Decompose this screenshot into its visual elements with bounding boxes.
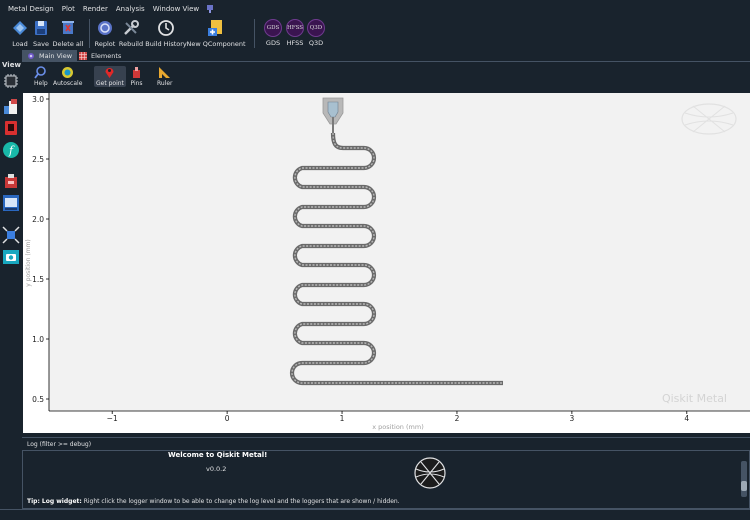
- log-tip: Tip: Log widget: Right click the logger …: [27, 498, 400, 505]
- pins-label: Pins: [130, 80, 143, 87]
- save-label: Save: [33, 40, 49, 48]
- help-button[interactable]: Help: [34, 66, 48, 87]
- x-tick-label: 1: [340, 414, 345, 423]
- x-tick-label: 2: [455, 414, 460, 423]
- view-dock-title: View: [2, 61, 21, 69]
- autoscale-label: Autoscale: [53, 80, 83, 87]
- pin-icon[interactable]: [206, 4, 214, 13]
- new-qcomponent-button[interactable]: New QComponent: [186, 18, 246, 48]
- rebuild-icon: [124, 20, 139, 35]
- ruler-button[interactable]: Ruler: [157, 66, 173, 87]
- log-widget[interactable]: Welcome to Qiskit Metal! v0.0.2 Tip: Log…: [22, 450, 750, 509]
- history-icon: [158, 20, 174, 36]
- tab-main-view[interactable]: Main View: [22, 50, 78, 62]
- plot-toolbar: Help Autoscale Get point Pins Ruler: [22, 63, 750, 93]
- help-icon: [34, 66, 47, 79]
- autoscale-icon: [62, 67, 74, 78]
- function-variables-icon[interactable]: f: [2, 141, 20, 159]
- watermark-text: Qiskit Metal: [662, 392, 727, 405]
- tab-main-view-label: Main View: [39, 52, 73, 60]
- y-tick-label: 2.0: [32, 215, 44, 224]
- autoscale-button[interactable]: Autoscale: [53, 66, 82, 87]
- x-tick-label: 3: [569, 414, 574, 423]
- plot-tab-bar: Main View Elements: [22, 50, 750, 62]
- y-ticks: 0.5 1.0 1.5 2.0 2.5 3.0: [32, 95, 49, 404]
- tab-elements-label: Elements: [91, 52, 122, 60]
- main-view-icon: [28, 53, 34, 59]
- main-toolbar: Load Save Delete all Replot Rebuild Buil…: [0, 17, 750, 50]
- q3d-icon: Q3D: [307, 19, 325, 37]
- q3d-label: Q3D: [308, 39, 324, 47]
- x-tick-label: −1: [107, 414, 118, 423]
- pins-icon: [133, 67, 140, 78]
- pins-button[interactable]: Pins: [130, 66, 143, 87]
- q3d-button[interactable]: Q3D Q3D: [296, 18, 336, 47]
- new-qcomponent-label: New QComponent: [186, 40, 246, 48]
- log-scrollbar-handle[interactable]: [741, 481, 747, 491]
- x-tick-label: 0: [225, 414, 230, 423]
- get-point-button[interactable]: Get point: [94, 66, 126, 87]
- logger-view-icon[interactable]: [2, 172, 20, 190]
- qcomponent-library-icon[interactable]: [2, 119, 20, 137]
- log-tip-title: Tip: Log widget:: [27, 498, 82, 505]
- map-pin-icon: [105, 68, 114, 78]
- axes-background: [49, 93, 750, 411]
- x-tick-label: 4: [684, 414, 689, 423]
- view-dock: View f: [0, 61, 22, 509]
- ruler-icon: [159, 67, 171, 78]
- log-version-text: v0.0.2: [206, 465, 227, 473]
- delete-all-icon: [62, 21, 74, 34]
- connectors-view-icon[interactable]: [2, 226, 20, 244]
- new-qcomponent-icon: [208, 20, 222, 36]
- menu-render[interactable]: Render: [79, 5, 112, 13]
- ruler-label: Ruler: [157, 80, 173, 87]
- chip-view-icon[interactable]: [2, 72, 20, 90]
- help-label: Help: [34, 80, 48, 87]
- qiskit-logo-icon: [414, 457, 446, 489]
- menu-analysis[interactable]: Analysis: [112, 5, 149, 13]
- y-tick-label: 1.0: [32, 335, 44, 344]
- elements-icon: [79, 52, 87, 60]
- menu-window-view[interactable]: Window View: [149, 5, 203, 13]
- plot-figure[interactable]: Qiskit Metal −1 0 1 2 3 4 0.51.01.52.02.53.0 …: [23, 93, 750, 433]
- y-tick-label: 0.5: [32, 395, 44, 404]
- log-dock-title: Log (filter >= debug): [22, 437, 750, 450]
- x-ticks: −1 0 1 2 3 4: [107, 411, 689, 423]
- log-scrollbar[interactable]: [741, 461, 747, 497]
- status-bar: [0, 509, 750, 520]
- y-tick-label: 1.5: [32, 275, 44, 284]
- net-list-view-icon[interactable]: [2, 194, 20, 212]
- menu-bar: Metal Design Plot Render Analysis Window…: [0, 0, 750, 17]
- menu-plot[interactable]: Plot: [58, 5, 79, 13]
- tab-elements[interactable]: Elements: [74, 50, 126, 62]
- plot-canvas[interactable]: Qiskit Metal −1 0 1 2 3 4 0.5 1.0 1.5 2.0 2.5 3.0 …: [23, 93, 750, 433]
- build-history-button[interactable]: Build History: [145, 18, 187, 48]
- x-axis-label: x position (mm): [372, 423, 423, 431]
- components-view-icon[interactable]: [2, 98, 20, 116]
- build-history-label: Build History: [145, 40, 187, 48]
- delete-all-label: Delete all: [52, 40, 84, 48]
- delete-all-button[interactable]: Delete all: [48, 18, 88, 48]
- menu-metal-design[interactable]: Metal Design: [4, 5, 58, 13]
- y-axis-label: y position (mm): [25, 239, 32, 287]
- rebuild-label: Rebuild: [118, 40, 144, 48]
- log-welcome-text: Welcome to Qiskit Metal!: [168, 451, 268, 459]
- qiskit-metal-window: Metal Design Plot Render Analysis Window…: [0, 0, 750, 520]
- log-tip-text: Right click the logger window to be able…: [81, 498, 400, 505]
- y-tick-label: 3.0: [32, 95, 44, 104]
- y-tick-label: 2.5: [32, 155, 44, 164]
- screenshot-view-icon[interactable]: [2, 248, 20, 266]
- get-point-label: Get point: [96, 80, 124, 87]
